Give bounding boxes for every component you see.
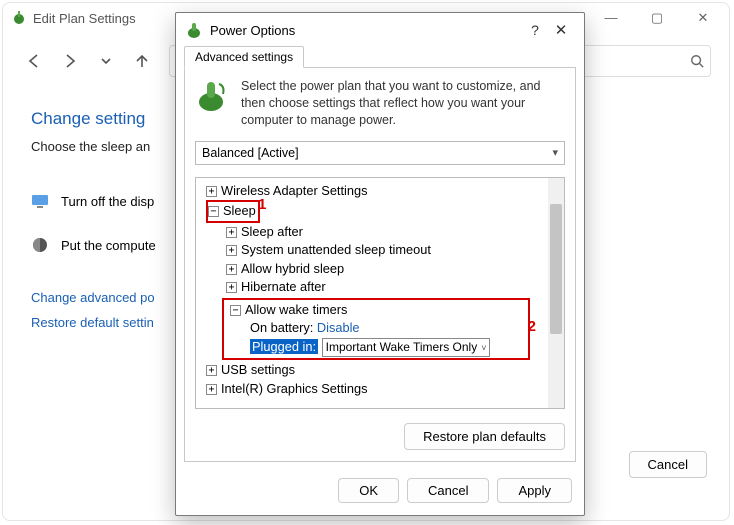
dialog-close-button[interactable]: ✕ [548,21,574,39]
battery-leaf-icon [195,78,231,129]
tree-wireless[interactable]: +Wireless Adapter Settings [200,182,560,201]
expand-icon[interactable]: + [226,227,237,238]
battery-icon [186,21,204,39]
apply-button[interactable]: Apply [497,478,572,503]
annotation-2: 2 [528,318,536,335]
tab-strip: Advanced settings [176,45,584,67]
search-icon[interactable] [690,54,704,68]
plugged-in-label: Plugged in: [250,339,318,354]
expand-icon[interactable]: + [206,365,217,376]
put-computer-sleep-label: Put the compute [61,238,156,253]
up-button[interactable] [129,48,155,74]
parent-footer: Cancel [629,451,707,478]
wake-timers-on-battery[interactable]: On battery: Disable [226,319,526,338]
power-options-dialog: Power Options ? ✕ Advanced settings Sele… [175,12,585,516]
back-button[interactable] [21,48,47,74]
dialog-titlebar: Power Options ? ✕ [176,13,584,47]
on-battery-value[interactable]: Disable [317,320,360,335]
tree-sleep-after[interactable]: +Sleep after [200,223,560,242]
maximize-button[interactable]: ▢ [643,10,671,26]
restore-row: Restore plan defaults [195,423,565,450]
tree-scrollbar[interactable] [548,178,564,408]
intro-text: Select the power plan that you want to c… [241,78,565,129]
tree-hibernate-after[interactable]: +Hibernate after [200,278,560,297]
help-button[interactable]: ? [522,22,548,38]
scrollbar-thumb[interactable] [550,204,562,334]
restore-plan-defaults-button[interactable]: Restore plan defaults [404,423,565,450]
annotation-1: 1 [258,196,266,213]
collapse-icon[interactable]: − [208,206,219,217]
ok-button[interactable]: OK [338,478,399,503]
power-plan-selected: Balanced [Active] [202,146,299,160]
recent-locations-button[interactable] [93,48,119,74]
power-plan-icon [11,10,27,26]
chevron-down-icon: ▾ [552,146,558,159]
forward-button[interactable] [57,48,83,74]
expand-icon[interactable]: + [226,264,237,275]
expand-icon[interactable]: + [226,282,237,293]
expand-icon[interactable]: + [226,245,237,256]
expand-icon[interactable]: + [206,384,217,395]
expand-icon[interactable]: + [206,186,217,197]
tree-unattended-sleep[interactable]: +System unattended sleep timeout [200,241,560,260]
tree-sleep[interactable]: −Sleep [200,200,560,223]
minimize-button[interactable]: — [597,10,625,26]
settings-tree[interactable]: +Wireless Adapter Settings −Sleep +Sleep… [195,177,565,409]
dialog-footer: OK Cancel Apply [176,470,584,515]
tree-hybrid-sleep[interactable]: +Allow hybrid sleep [200,260,560,279]
parent-window-controls: — ▢ ✕ [597,10,717,26]
chevron-down-icon: ˅ [477,343,486,353]
collapse-icon[interactable]: − [230,305,241,316]
sleep-icon [31,236,49,254]
tree-allow-wake-timers[interactable]: −Allow wake timers [226,301,526,320]
wake-timers-plugged-in[interactable]: Plugged in: Important Wake Timers Only˅ [226,338,526,357]
tab-advanced-settings[interactable]: Advanced settings [184,46,304,68]
turn-off-display-label: Turn off the disp [61,194,154,209]
parent-title: Edit Plan Settings [33,11,136,26]
tree-intel-graphics[interactable]: +Intel(R) Graphics Settings [200,380,560,399]
tab-body: Select the power plan that you want to c… [184,67,576,462]
close-button[interactable]: ✕ [689,10,717,26]
power-plan-select[interactable]: Balanced [Active] ▾ [195,141,565,165]
dialog-cancel-button[interactable]: Cancel [407,478,489,503]
tree-usb-settings[interactable]: +USB settings [200,361,560,380]
plugged-in-value-combo[interactable]: Important Wake Timers Only˅ [322,338,491,357]
parent-cancel-button[interactable]: Cancel [629,451,707,478]
intro-row: Select the power plan that you want to c… [195,78,565,129]
dialog-title: Power Options [210,23,295,38]
display-icon [31,192,49,210]
